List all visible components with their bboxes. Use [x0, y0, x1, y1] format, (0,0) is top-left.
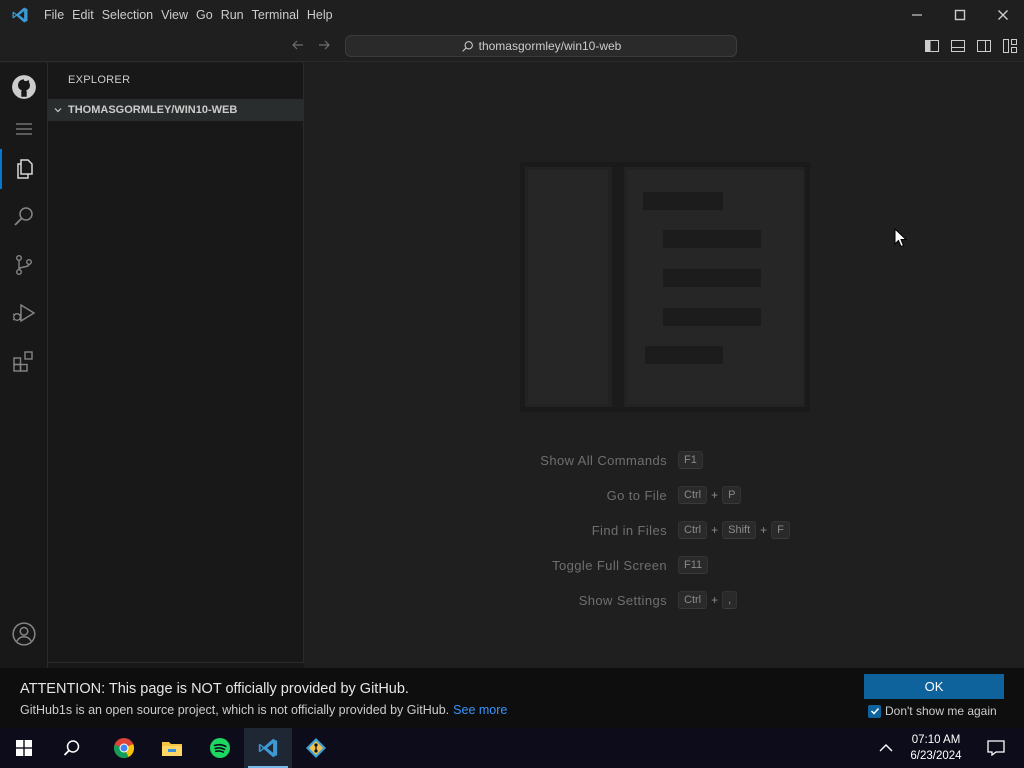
close-button[interactable]	[981, 0, 1024, 30]
customize-layout-icon[interactable]	[1002, 38, 1018, 54]
github-icon[interactable]	[0, 67, 48, 107]
shortcut-toggle-full-screen[interactable]: Toggle Full Screen F11	[305, 555, 1024, 575]
accounts-icon[interactable]	[0, 614, 48, 654]
toggle-secondary-sidebar-icon[interactable]	[976, 38, 992, 54]
key-ctrl: Ctrl	[678, 591, 708, 609]
menu-edit[interactable]: Edit	[68, 0, 98, 30]
git-kraken-icon[interactable]	[292, 728, 340, 768]
chrome-icon[interactable]	[100, 728, 148, 768]
shortcut-go-to-file[interactable]: Go to File Ctrl + P	[305, 485, 1024, 505]
editor-area: Show All Commands F1 Go to File Ctrl + P…	[305, 63, 1024, 668]
dont-show-label: Don't show me again	[885, 704, 997, 718]
file-explorer-icon[interactable]	[148, 728, 196, 768]
run-debug-icon[interactable]	[0, 293, 48, 333]
key-f: F	[771, 521, 790, 539]
key-f11: F11	[678, 556, 709, 574]
command-center-search[interactable]: thomasgormley/win10-web	[345, 35, 737, 57]
editor-watermark-graphic	[520, 162, 810, 412]
checkbox-checked-icon	[868, 704, 881, 718]
vscode-logo-icon	[0, 0, 40, 30]
command-center-text: thomasgormley/win10-web	[478, 39, 622, 53]
minimize-icon	[911, 14, 922, 16]
minimize-button[interactable]	[895, 0, 938, 30]
search-icon	[461, 40, 473, 52]
taskbar-clock[interactable]: 07:10 AM 6/23/2024	[904, 732, 968, 764]
notification-banner: ATTENTION: This page is NOT officially p…	[0, 668, 1024, 728]
shortcut-show-settings[interactable]: Show Settings Ctrl + ,	[305, 590, 1024, 610]
explorer-sidebar: EXPLORER THOMASGORMLEY/WIN10-WEB	[48, 63, 304, 668]
notification-center-icon[interactable]	[976, 728, 1016, 768]
back-arrow-icon[interactable]	[290, 37, 306, 56]
windows-taskbar: 07:10 AM 6/23/2024	[0, 728, 1024, 768]
menu-view[interactable]: View	[157, 0, 192, 30]
command-center-bar: thomasgormley/win10-web	[0, 30, 1024, 62]
maximize-button[interactable]	[938, 0, 981, 30]
key-ctrl: Ctrl	[678, 521, 708, 539]
key-f1: F1	[678, 451, 703, 469]
dont-show-again-checkbox[interactable]: Don't show me again	[868, 704, 997, 718]
menu-terminal[interactable]: Terminal	[248, 0, 303, 30]
chevron-up-icon[interactable]	[866, 728, 906, 768]
menu-go[interactable]: Go	[192, 0, 217, 30]
menu-help[interactable]: Help	[303, 0, 337, 30]
key-p: P	[722, 486, 742, 504]
explorer-icon[interactable]	[0, 149, 48, 189]
key-comma: ,	[722, 591, 738, 609]
see-more-link[interactable]: See more	[453, 703, 507, 717]
windows-start-icon[interactable]	[0, 728, 48, 768]
explorer-title: EXPLORER	[68, 74, 131, 86]
menu-icon[interactable]	[0, 109, 48, 149]
toggle-panel-icon[interactable]	[950, 38, 966, 54]
shortcut-show-all-commands[interactable]: Show All Commands F1	[305, 450, 1024, 470]
menu-file[interactable]: File	[40, 0, 68, 30]
close-icon	[997, 10, 1008, 20]
key-ctrl: Ctrl	[678, 486, 708, 504]
spotify-icon[interactable]	[196, 728, 244, 768]
extensions-icon[interactable]	[0, 341, 48, 381]
menu-run[interactable]: Run	[217, 0, 248, 30]
mouse-cursor-icon	[894, 227, 908, 253]
banner-subtitle: GitHub1s is an open source project, whic…	[20, 703, 508, 717]
source-control-icon[interactable]	[0, 245, 48, 285]
activity-bar	[0, 63, 48, 728]
maximize-icon	[954, 9, 965, 21]
title-bar: File Edit Selection View Go Run Terminal…	[0, 0, 1024, 30]
vscode-taskbar-icon[interactable]	[244, 728, 292, 768]
folder-header[interactable]: THOMASGORMLEY/WIN10-WEB	[48, 99, 304, 121]
taskbar-search-icon[interactable]	[48, 728, 96, 768]
search-view-icon[interactable]	[0, 197, 48, 237]
toggle-primary-sidebar-icon[interactable]	[924, 38, 940, 54]
menu-bar: File Edit Selection View Go Run Terminal…	[40, 0, 337, 30]
menu-selection[interactable]: Selection	[98, 0, 157, 30]
shortcut-find-in-files[interactable]: Find in Files Ctrl + Shift + F	[305, 520, 1024, 540]
forward-arrow-icon[interactable]	[316, 37, 332, 56]
key-shift: Shift	[722, 521, 757, 539]
folder-name: THOMASGORMLEY/WIN10-WEB	[68, 104, 238, 116]
chevron-down-icon	[48, 105, 68, 115]
ok-button[interactable]: OK	[864, 674, 1004, 699]
banner-title: ATTENTION: This page is NOT officially p…	[20, 681, 409, 697]
